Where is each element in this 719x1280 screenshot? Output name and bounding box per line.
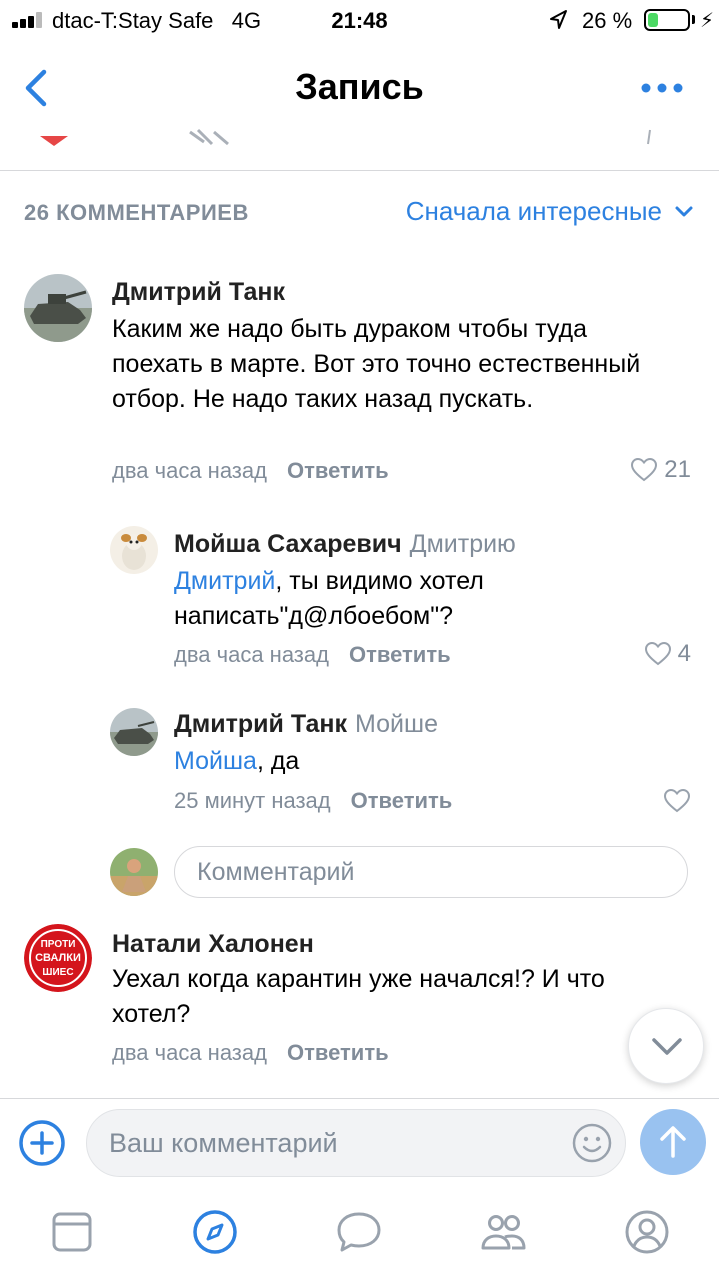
- like-button[interactable]: 21: [630, 456, 691, 484]
- emoji-icon[interactable]: [571, 1122, 613, 1164]
- comment-author[interactable]: Натали Халонен: [112, 930, 314, 959]
- messages-icon[interactable]: [335, 1208, 383, 1256]
- chevron-down-icon: [675, 206, 693, 216]
- send-button[interactable]: [640, 1109, 706, 1175]
- post-actions-peek: [40, 128, 651, 146]
- comment-reply: Дмитрий Танк Мойше Мойша, да 25 минут наз…: [0, 700, 719, 824]
- mention-link[interactable]: Дмитрий: [174, 567, 275, 595]
- comment-time: 25 минут назад: [174, 788, 331, 813]
- heart-icon: [631, 457, 658, 482]
- battery-percent: 26 %: [582, 8, 633, 33]
- avatar[interactable]: [24, 274, 92, 342]
- friends-icon[interactable]: [479, 1208, 527, 1256]
- avatar-text-line: ПРОТИ: [41, 939, 76, 950]
- avatar-text-line: ШИЕС: [42, 967, 73, 978]
- comment-text: Дмитрий, ты видимо хотел написать"д@лбое…: [174, 567, 484, 630]
- comment-meta: два часа назад Ответить: [112, 1040, 389, 1066]
- comment-meta: 25 минут назад Ответить: [174, 788, 452, 814]
- avatar[interactable]: [110, 708, 158, 756]
- scroll-down-button[interactable]: [628, 1008, 704, 1084]
- like-button[interactable]: 4: [644, 640, 691, 668]
- like-count: 4: [677, 640, 691, 667]
- avatar[interactable]: ПРОТИ СВАЛКИ ШИЕС: [24, 924, 92, 992]
- reply-to-label: Дмитрию: [409, 530, 516, 558]
- comments-count: 26 КОММЕНТАРИЕВ: [24, 200, 249, 225]
- comment-input[interactable]: [109, 1110, 549, 1176]
- comment-composer: [0, 1098, 719, 1188]
- comment-author[interactable]: Дмитрий Танк: [112, 278, 285, 307]
- avatar[interactable]: [110, 526, 158, 574]
- charging-icon: ⚡: [700, 10, 715, 32]
- comment: Дмитрий Танк Каким же надо быть дураком …: [0, 260, 719, 500]
- like-button[interactable]: [663, 788, 691, 814]
- comment-field: [86, 1109, 626, 1177]
- comment-text: Уехал когда карантин уже начался!? И что…: [112, 965, 605, 1028]
- divider: [0, 170, 719, 171]
- chevron-down-icon: [652, 1038, 682, 1055]
- tab-bar: [0, 1188, 719, 1280]
- reply-button[interactable]: Ответить: [287, 458, 389, 483]
- reply-button[interactable]: Ответить: [287, 1040, 389, 1065]
- comment-time: два часа назад: [112, 1040, 267, 1065]
- profile-icon[interactable]: [623, 1208, 671, 1256]
- avatar-text-line: СВАЛКИ: [35, 952, 81, 964]
- location-arrow-icon: [550, 10, 567, 29]
- comment-text: Мойша, да: [174, 747, 300, 775]
- comment-reply: Мойша Сахаревич Дмитрию Дмитрий, ты видим…: [0, 520, 719, 680]
- my-avatar: [110, 848, 158, 896]
- comment-meta: два часа назад Ответить: [112, 458, 389, 484]
- page-title: Запись: [295, 66, 424, 107]
- heart-icon: [644, 641, 671, 666]
- comment-time: два часа назад: [174, 642, 329, 667]
- status-bar: dtac-T:Stay Safe 4G 21:48 26 % ⚡: [0, 0, 719, 40]
- reply-input[interactable]: Комментарий: [174, 846, 688, 898]
- comment-time: два часа назад: [112, 458, 267, 483]
- reply-button[interactable]: Ответить: [351, 788, 453, 813]
- comment: ПРОТИ СВАЛКИ ШИЕС Натали Халонен Уехал к…: [0, 914, 719, 1084]
- mention-link[interactable]: Мойша: [174, 747, 257, 775]
- comment-text: Каким же надо быть дураком чтобы туда по…: [112, 315, 641, 413]
- more-dots-icon[interactable]: [640, 78, 684, 98]
- arrow-up-icon: [660, 1126, 686, 1158]
- reply-to-label: Мойше: [355, 710, 438, 738]
- heart-icon: [663, 788, 691, 813]
- navigation-bar: Запись: [0, 40, 719, 136]
- add-attachment-icon[interactable]: [18, 1119, 66, 1167]
- comment-meta: два часа назад Ответить: [174, 642, 451, 668]
- sort-label: Сначала интересные: [405, 196, 662, 226]
- comments-header: 26 КОММЕНТАРИЕВ Сначала интересные: [24, 196, 694, 232]
- sort-dropdown[interactable]: Сначала интересные: [406, 196, 694, 227]
- battery-icon: [644, 9, 690, 31]
- comment-author[interactable]: Дмитрий Танк Мойше: [174, 710, 438, 739]
- like-count: 21: [664, 456, 691, 483]
- comment-author[interactable]: Мойша Сахаревич Дмитрию: [174, 530, 516, 559]
- reply-button[interactable]: Ответить: [349, 642, 451, 667]
- discover-compass-icon[interactable]: [191, 1208, 239, 1256]
- feed-icon[interactable]: [48, 1208, 96, 1256]
